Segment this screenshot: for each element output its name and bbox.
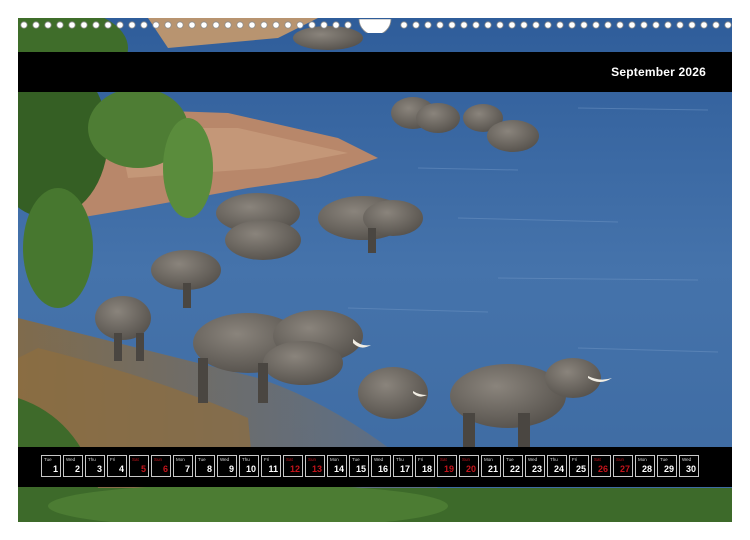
day-weekday: Tue: [352, 457, 360, 462]
day-cell: Fri 25: [569, 455, 589, 477]
day-number: 5: [140, 464, 146, 474]
day-number: 11: [268, 464, 278, 474]
day-weekday: Mon: [330, 457, 339, 462]
day-cell: Sat 19: [437, 455, 457, 477]
day-cell: Wed 30: [679, 455, 699, 477]
spiral-binding: [20, 19, 732, 33]
day-number: 21: [487, 464, 498, 474]
day-weekday: Sun: [616, 457, 625, 462]
day-number: 3: [96, 464, 102, 474]
day-weekday: Wed: [528, 457, 538, 462]
day-cell: Sun 6: [151, 455, 171, 477]
day-number: 26: [597, 464, 608, 474]
day-number: 18: [421, 464, 432, 474]
day-number: 19: [443, 464, 454, 474]
day-number: 25: [575, 464, 586, 474]
day-cell: Tue 1: [41, 455, 61, 477]
day-number: 16: [377, 464, 388, 474]
day-weekday: Tue: [660, 457, 668, 462]
day-weekday: Mon: [638, 457, 647, 462]
day-number: 13: [311, 464, 322, 474]
day-weekday: Tue: [44, 457, 52, 462]
day-weekday: Mon: [176, 457, 185, 462]
day-weekday: Wed: [682, 457, 692, 462]
day-number: 9: [228, 464, 234, 474]
day-weekday: Tue: [506, 457, 514, 462]
day-weekday: Sun: [154, 457, 163, 462]
day-number: 1: [52, 464, 58, 474]
day-number: 29: [663, 464, 674, 474]
day-number: 10: [245, 464, 256, 474]
title-bar: September 2026: [18, 52, 732, 92]
day-cell: Fri 11: [261, 455, 281, 477]
day-weekday: Fri: [572, 457, 578, 462]
day-weekday: Wed: [220, 457, 230, 462]
day-cell: Fri 4: [107, 455, 127, 477]
day-cell: Tue 8: [195, 455, 215, 477]
day-number: 23: [531, 464, 542, 474]
day-cell: Tue 15: [349, 455, 369, 477]
day-number: 15: [355, 464, 366, 474]
day-number: 28: [641, 464, 652, 474]
day-number: 12: [289, 464, 300, 474]
day-number: 7: [184, 464, 190, 474]
day-cell: Mon 28: [635, 455, 655, 477]
day-cell: Wed 2: [63, 455, 83, 477]
day-cell: Tue 29: [657, 455, 677, 477]
day-number: 2: [74, 464, 80, 474]
day-weekday: Sun: [308, 457, 317, 462]
day-weekday: Fri: [264, 457, 270, 462]
day-number: 8: [206, 464, 212, 474]
day-cell: Sun 13: [305, 455, 325, 477]
day-number: 30: [685, 464, 696, 474]
day-cell: Sat 12: [283, 455, 303, 477]
calendar-strip: Tue 1 Wed 2 Thu 3 Fri 4 Sat 5 Sun 6 Mon 7 Tue 8 Wed 9 Thu 1…: [18, 447, 732, 487]
day-number: 17: [399, 464, 410, 474]
day-weekday: Sun: [462, 457, 471, 462]
day-number: 4: [118, 464, 124, 474]
day-cell: Wed 23: [525, 455, 545, 477]
day-cell: Sun 27: [613, 455, 633, 477]
day-number: 24: [553, 464, 564, 474]
day-cell: Sat 26: [591, 455, 611, 477]
day-cell: Mon 14: [327, 455, 347, 477]
day-number: 27: [619, 464, 630, 474]
day-number: 6: [162, 464, 168, 474]
day-cell: Thu 10: [239, 455, 259, 477]
day-cell: Wed 16: [371, 455, 391, 477]
day-cell: Tue 22: [503, 455, 523, 477]
day-cell: Fri 18: [415, 455, 435, 477]
day-number: 22: [509, 464, 520, 474]
day-weekday: Thu: [550, 457, 558, 462]
day-cell: Mon 21: [481, 455, 501, 477]
day-weekday: Wed: [374, 457, 384, 462]
day-weekday: Tue: [198, 457, 206, 462]
day-list: Tue 1 Wed 2 Thu 3 Fri 4 Sat 5 Sun 6 Mon 7 Tue 8 Wed 9 Thu 1…: [41, 455, 699, 477]
day-weekday: Thu: [396, 457, 404, 462]
day-weekday: Sat: [440, 457, 447, 462]
day-cell: Sun 20: [459, 455, 479, 477]
day-weekday: Fri: [110, 457, 116, 462]
day-weekday: Thu: [242, 457, 250, 462]
day-cell: Wed 9: [217, 455, 237, 477]
day-weekday: Sat: [594, 457, 601, 462]
hanger-notch: [358, 19, 392, 33]
day-weekday: Fri: [418, 457, 424, 462]
day-number: 20: [465, 464, 476, 474]
day-weekday: Mon: [484, 457, 493, 462]
day-cell: Sat 5: [129, 455, 149, 477]
month-title: September 2026: [611, 65, 706, 79]
day-cell: Thu 3: [85, 455, 105, 477]
day-weekday: Thu: [88, 457, 96, 462]
day-cell: Thu 24: [547, 455, 567, 477]
day-number: 14: [333, 464, 344, 474]
day-cell: Thu 17: [393, 455, 413, 477]
day-weekday: Sat: [132, 457, 139, 462]
day-weekday: Sat: [286, 457, 293, 462]
day-cell: Mon 7: [173, 455, 193, 477]
day-weekday: Wed: [66, 457, 76, 462]
